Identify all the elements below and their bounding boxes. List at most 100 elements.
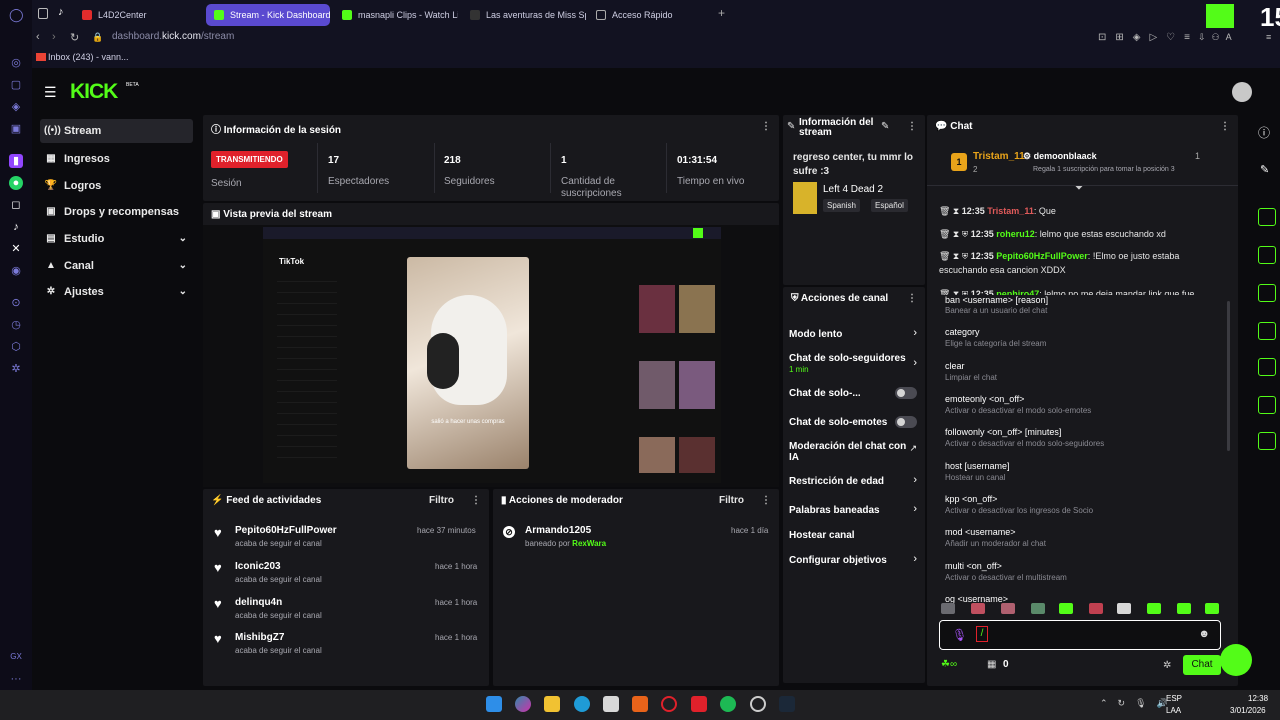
- emoji-icon[interactable]: ☻: [1198, 628, 1210, 640]
- emote-icon[interactable]: [1059, 603, 1073, 614]
- whatsapp-icon[interactable]: ●: [9, 176, 23, 190]
- emote-icon[interactable]: [1031, 603, 1045, 614]
- tab-acceso-rapido[interactable]: Acceso Rápido: [588, 4, 708, 26]
- more-icon[interactable]: ···: [9, 672, 23, 686]
- l4d2-icon[interactable]: [691, 696, 707, 712]
- layers-rail-icon[interactable]: [1258, 396, 1276, 414]
- age-restriction-row[interactable]: Restricción de edad: [789, 476, 919, 487]
- extensions-icon[interactable]: ⇩⚇A: [1198, 32, 1238, 43]
- messenger-icon[interactable]: ◈: [9, 100, 23, 114]
- opera-gx-icon[interactable]: [661, 696, 677, 712]
- gx-icon[interactable]: GX: [9, 650, 23, 664]
- tiktok-icon[interactable]: ♪: [9, 220, 23, 234]
- scrollbar[interactable]: [1227, 301, 1230, 451]
- emote-icon[interactable]: [1177, 603, 1191, 614]
- twitch-icon[interactable]: ▮: [9, 154, 23, 168]
- opera-logo-icon[interactable]: ◯: [9, 8, 24, 22]
- history-icon[interactable]: ◷: [9, 318, 23, 332]
- feed-user[interactable]: Iconic203: [235, 561, 281, 572]
- feed-user[interactable]: Pepito60HzFullPower: [235, 525, 337, 536]
- kebab-menu-icon[interactable]: ⋮: [471, 495, 481, 506]
- emote-icon[interactable]: [1001, 603, 1015, 614]
- feed-user[interactable]: MishibgZ7: [235, 632, 284, 643]
- file-explorer-icon[interactable]: [544, 696, 560, 712]
- people-icon[interactable]: ☘∞: [941, 659, 957, 670]
- capture-rail-icon[interactable]: [1258, 208, 1276, 226]
- hamburger-menu-icon[interactable]: ☰: [44, 84, 57, 101]
- video-player[interactable]: TikTok salió a hacer unas compras: [203, 225, 779, 487]
- tab-kick-dashboard[interactable]: Stream - Kick Dashboard: [206, 4, 330, 26]
- new-tab-icon[interactable]: +: [718, 6, 725, 20]
- kebab-menu-icon[interactable]: ⋮: [761, 495, 771, 506]
- reload-icon[interactable]: ↻: [70, 31, 79, 44]
- spotify-icon[interactable]: [720, 696, 736, 712]
- goals-row[interactable]: Configurar objetivos: [789, 555, 919, 566]
- tab-clips[interactable]: masnapli Clips - Watch Li: [334, 4, 458, 26]
- aria-icon[interactable]: ◎: [9, 56, 23, 70]
- emote-icon[interactable]: [1089, 603, 1103, 614]
- microphone-icon[interactable]: 🎙: [952, 628, 967, 642]
- sidebar-item-ingresos[interactable]: ▦ Ingresos: [40, 147, 193, 171]
- command-name[interactable]: followonly <on_off> [minutes]: [945, 427, 1061, 437]
- chat-input-value[interactable]: /: [976, 626, 988, 642]
- chat-settings-icon[interactable]: ✲: [1163, 660, 1171, 671]
- slow-mode-row[interactable]: Modo lento: [789, 329, 919, 340]
- emote-icon[interactable]: [1205, 603, 1219, 614]
- send-chat-button[interactable]: Chat: [1183, 655, 1221, 675]
- instagram-icon[interactable]: ◻: [9, 198, 23, 212]
- mod-target-user[interactable]: Armando1205: [525, 525, 591, 536]
- bookmark-inbox[interactable]: Inbox (243) - vann...: [48, 52, 129, 62]
- workspace-icon[interactable]: ▢: [9, 78, 23, 92]
- host-channel-row[interactable]: Hostear canal: [789, 530, 919, 541]
- back-icon[interactable]: ‹: [36, 31, 40, 43]
- command-name[interactable]: emoteonly <on_off>: [945, 394, 1024, 404]
- sidebar-item-stream[interactable]: ((•)) Stream: [40, 119, 193, 143]
- tab-l4d2center[interactable]: L4D2Center: [74, 4, 200, 26]
- tab-tiktok[interactable]: Las aventuras de Miss Sp: [462, 4, 586, 26]
- emote-icon[interactable]: [971, 603, 985, 614]
- store-icon[interactable]: [603, 696, 619, 712]
- kebab-menu-icon[interactable]: ⋮: [1220, 121, 1230, 132]
- discord-icon[interactable]: ◉: [9, 264, 23, 278]
- command-name[interactable]: mod <username>: [945, 527, 1016, 537]
- emote-icon[interactable]: [1147, 603, 1161, 614]
- top-gifter-name[interactable]: Tristam_11: [973, 151, 1025, 162]
- mail-icon[interactable]: ▣: [9, 122, 23, 136]
- copilot-icon[interactable]: [515, 696, 531, 712]
- sidebar-item-drops[interactable]: ▣ Drops y recompensas: [40, 200, 193, 224]
- x-icon[interactable]: ✕: [9, 242, 23, 256]
- bolt-rail-icon[interactable]: [1258, 246, 1276, 264]
- filter-button[interactable]: Filtro: [429, 495, 454, 506]
- start-icon[interactable]: [486, 696, 502, 712]
- forward-icon[interactable]: ›: [52, 31, 56, 43]
- collapse-icon[interactable]: ⏷: [1075, 183, 1083, 194]
- obs-icon[interactable]: [750, 696, 766, 712]
- wrench-rail-icon[interactable]: [1258, 432, 1276, 450]
- address-tools-icon[interactable]: ⊡⊞◈▷♡≡: [1098, 32, 1199, 43]
- sub-only-toggle[interactable]: [895, 387, 917, 399]
- emote-icon[interactable]: [1117, 603, 1131, 614]
- emote-only-toggle[interactable]: [895, 416, 917, 428]
- follower-only-row[interactable]: Chat de solo-seguidores: [789, 353, 919, 364]
- command-name[interactable]: host [username]: [945, 461, 1010, 471]
- feed-user[interactable]: delinqu4n: [235, 597, 282, 608]
- language-indicator[interactable]: ESP: [1166, 694, 1182, 703]
- chat-rail-icon[interactable]: [1258, 322, 1276, 340]
- sidebar-item-ajustes[interactable]: ✲ Ajustes ⌄: [40, 280, 193, 304]
- kebab-menu-icon[interactable]: ⋮: [761, 121, 771, 132]
- steam-icon[interactable]: [779, 696, 795, 712]
- command-name[interactable]: kpp <on_off>: [945, 494, 997, 504]
- edit-rail-icon[interactable]: ✎: [1260, 163, 1269, 176]
- edit-icon[interactable]: ✎: [881, 121, 889, 132]
- tab-manager-icon[interactable]: [38, 8, 48, 19]
- broadcast-rail-icon[interactable]: [1258, 358, 1276, 376]
- command-name[interactable]: category: [945, 327, 980, 337]
- sidebar-item-canal[interactable]: ▲ Canal ⌄: [40, 254, 193, 278]
- app-icon[interactable]: [632, 696, 648, 712]
- command-name[interactable]: multi <on_off>: [945, 561, 1002, 571]
- kebab-menu-icon[interactable]: ⋮: [907, 293, 917, 304]
- sidebar-item-estudio[interactable]: ▤ Estudio ⌄: [40, 227, 193, 251]
- chat-input[interactable]: 🎙 / ☻: [939, 620, 1221, 650]
- info-rail-icon[interactable]: ⓘ: [1258, 124, 1270, 141]
- clock-time[interactable]: 12:38: [1248, 694, 1268, 703]
